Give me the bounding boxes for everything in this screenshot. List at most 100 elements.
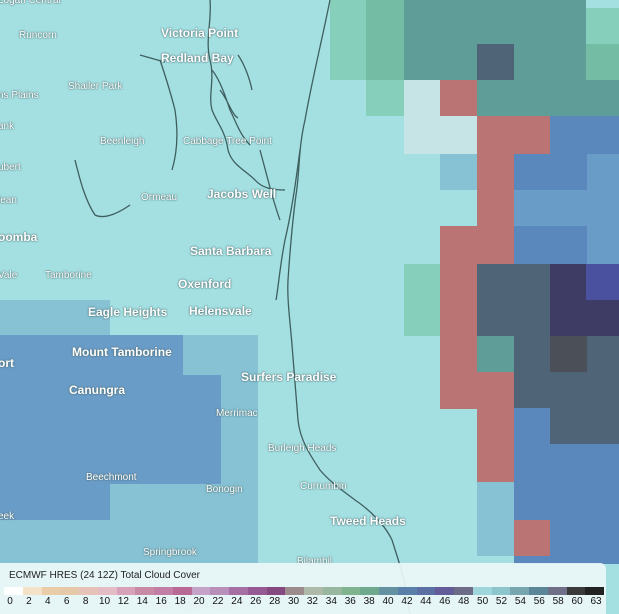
- cloud-cell: [550, 444, 619, 520]
- cloud-cell: [0, 520, 258, 563]
- cloud-cell: [440, 8, 586, 44]
- cloud-cell: [440, 116, 477, 154]
- legend-tick: 26: [250, 596, 262, 607]
- legend-swatch: [435, 587, 454, 595]
- cloud-cell: [587, 226, 619, 264]
- cloud-cell: [183, 335, 258, 375]
- legend-swatch: [322, 587, 342, 595]
- place-label: oomba: [0, 230, 38, 244]
- legend-swatch: [285, 587, 304, 595]
- legend-swatch: [341, 587, 361, 595]
- place-label: Shailer Park: [68, 81, 123, 92]
- cloud-cell: [404, 80, 440, 116]
- legend-tick: 28: [269, 596, 281, 607]
- cloud-cell: [440, 80, 477, 116]
- cloud-cell: [477, 44, 514, 80]
- legend-swatch: [304, 587, 323, 595]
- place-label: Bonogin: [206, 484, 243, 495]
- place-label: Ormeau: [141, 192, 178, 203]
- cloud-cell: [440, 264, 477, 409]
- legend-tick: 8: [82, 596, 89, 607]
- legend-swatch: [397, 587, 417, 595]
- legend-tick: 44: [420, 596, 432, 607]
- legend-panel: ECMWF HRES (24 12Z) Total Cloud Cover 0 2…: [0, 563, 606, 614]
- legend-tick: 52: [495, 596, 508, 607]
- place-label: Burleigh Heads: [268, 443, 337, 454]
- cloud-cell: [477, 264, 550, 336]
- legend-tick: 18: [174, 596, 186, 607]
- legend-swatch: [510, 587, 529, 595]
- place-label: Beechmont: [86, 472, 137, 483]
- cloud-cell: [550, 300, 619, 336]
- legend-swatch: [472, 587, 492, 595]
- place-label: Tamborine: [45, 270, 92, 281]
- legend-swatch: [247, 587, 267, 595]
- legend-tick: 12: [117, 596, 129, 607]
- place-label: Surfers Paradise: [241, 370, 337, 384]
- cloud-cell: [587, 154, 619, 190]
- place-label: eek: [0, 511, 15, 522]
- cloud-cell: [477, 372, 514, 482]
- legend-tick: 58: [552, 596, 564, 607]
- legend-swatch: [266, 587, 286, 595]
- legend-tick: 16: [155, 596, 167, 607]
- place-label: Jacobs Well: [207, 187, 277, 201]
- place-label: Canungra: [69, 383, 126, 397]
- cloud-cell: [514, 520, 550, 556]
- legend-swatch: [154, 587, 173, 595]
- legend-swatch: [529, 587, 548, 595]
- cloud-cell: [404, 264, 440, 336]
- cloud-cell: [514, 226, 587, 264]
- cloud-cell: [440, 0, 586, 8]
- legend-swatch: [229, 587, 248, 595]
- legend-swatch: [191, 587, 211, 595]
- cloud-cell: [514, 408, 550, 482]
- legend-swatch: [97, 587, 117, 595]
- legend-tick: 46: [439, 596, 451, 607]
- island-tipplers: [259, 149, 281, 221]
- legend-swatch: [79, 587, 98, 595]
- legend-tick: 0: [7, 596, 13, 607]
- cloud-cell: [404, 116, 440, 154]
- cloud-cell: [477, 116, 550, 154]
- place-label: ns Plains: [0, 90, 39, 101]
- cloud-cell: [550, 264, 586, 300]
- cloud-cell: [477, 80, 619, 116]
- place-label: Vale: [0, 270, 18, 281]
- cloud-cell: [587, 336, 619, 372]
- river-logan: [139, 54, 178, 171]
- legend-tick: 22: [212, 596, 224, 607]
- place-label: ubert: [0, 162, 21, 173]
- islands-redland: [211, 54, 253, 146]
- place-label: Eagle Heights: [88, 305, 168, 319]
- legend-swatch: [379, 587, 398, 595]
- place-label: Logan Central: [0, 0, 61, 6]
- legend-tick: 20: [193, 596, 205, 607]
- place-label: ank: [0, 121, 15, 132]
- legend-tick: 48: [458, 596, 470, 607]
- cloud-cell: [586, 8, 619, 44]
- cloud-cell: [404, 0, 440, 44]
- cloud-cell: [477, 190, 514, 226]
- cloud-cell: [514, 190, 619, 226]
- cloud-cell: [550, 520, 619, 556]
- legend-swatch: [210, 587, 229, 595]
- legend-tick: 10: [98, 596, 111, 607]
- legend-swatch: [416, 587, 436, 595]
- legend-tick: 56: [533, 596, 545, 607]
- cloud-cell: [221, 375, 258, 485]
- place-label: Oxenford: [178, 277, 232, 291]
- legend-swatch: [135, 587, 154, 595]
- cloud-cell: [477, 482, 514, 556]
- place-label: Currumbin: [300, 481, 347, 492]
- river-albert: [74, 159, 131, 218]
- legend-tick: 42: [401, 596, 413, 607]
- cloud-cell: [514, 154, 587, 190]
- legend-swatch: [4, 587, 23, 595]
- cloud-cell: [0, 484, 110, 520]
- cloud-cell: [477, 336, 514, 372]
- legend-swatch: [547, 587, 567, 595]
- legend-swatch: [60, 587, 79, 595]
- cloud-cell: [514, 482, 550, 520]
- place-label: Victoria Point: [161, 26, 239, 40]
